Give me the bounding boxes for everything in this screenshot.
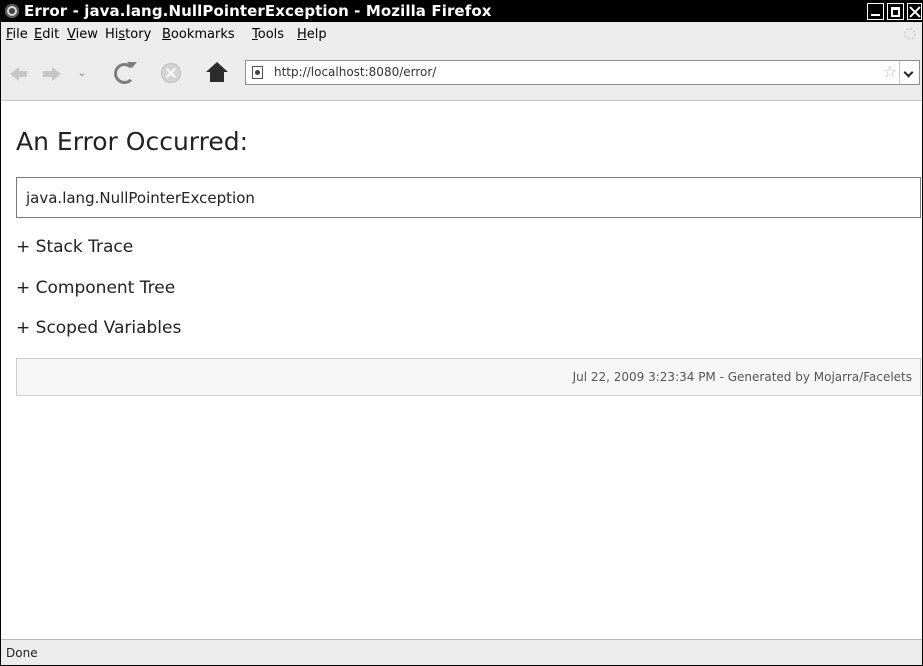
menu-tools-label: ools [257,27,285,42]
menu-bookmarks[interactable]: Bookmarks [162,27,235,42]
page-content: An Error Occurred: java.lang.NullPointer… [1,101,922,638]
menu-edit[interactable]: Edit [34,27,59,42]
bookmark-star-icon[interactable]: ☆ [883,63,897,81]
menu-bookmarks-mnemonic: B [162,27,171,42]
maximize-button[interactable] [887,3,904,20]
stop-icon[interactable] [161,63,181,83]
error-heading: An Error Occurred: [16,127,249,156]
url-bar[interactable]: http://localhost:8080/error/ ☆ [245,60,920,85]
firefox-app-icon[interactable] [5,4,19,18]
stack-trace-toggle[interactable]: + Stack Trace [16,237,133,257]
footer-box: Jul 22, 2009 3:23:34 PM - Generated by M… [16,358,921,396]
component-tree-toggle[interactable]: + Component Tree [16,278,175,298]
menu-file[interactable]: File [6,27,28,42]
menu-edit-label: dit [42,27,60,42]
browser-window: Error - java.lang.NullPointerException -… [0,0,923,666]
navigation-toolbar: ⌄ http://localhost:8080/error/ ☆ [1,46,922,101]
menu-help-label: elp [306,27,327,42]
window-title: Error - java.lang.NullPointerException -… [24,2,492,20]
minimize-button[interactable] [867,3,884,20]
close-window-button[interactable] [907,3,922,20]
title-bar: Error - java.lang.NullPointerException -… [1,1,922,22]
generated-footer: Jul 22, 2009 3:23:34 PM - Generated by M… [572,370,912,384]
history-dropdown-icon[interactable]: ⌄ [73,66,91,84]
menu-history-label: tory [125,27,152,42]
menu-view-mnemonic: V [67,27,76,42]
exception-message: java.lang.NullPointerException [26,189,255,207]
home-icon[interactable] [206,62,228,82]
menu-tools[interactable]: Tools [252,27,284,42]
menu-help[interactable]: Help [297,27,327,42]
menu-bookmarks-label: ookmarks [170,27,235,42]
menu-history-prefix: Hi [105,27,119,42]
forward-icon[interactable] [43,65,61,83]
menu-help-mnemonic: H [297,27,307,42]
menu-view-label: iew [75,27,98,42]
menu-edit-mnemonic: E [34,27,43,42]
scoped-variables-toggle[interactable]: + Scoped Variables [16,318,181,338]
status-text: Done [6,646,38,660]
url-dropdown-icon[interactable] [899,61,919,84]
exception-box: java.lang.NullPointerException [16,177,921,218]
url-text[interactable]: http://localhost:8080/error/ [274,65,436,79]
menu-file-label: ile [12,27,28,42]
throbber-icon [904,28,916,40]
site-identity-icon[interactable] [252,66,263,79]
menu-view[interactable]: View [67,27,98,42]
menu-bar: File Edit View History Bookmarks Tools H… [1,22,922,46]
status-bar: Done [1,639,922,665]
reload-icon[interactable] [114,62,137,84]
menu-history[interactable]: History [105,27,151,42]
back-icon[interactable] [10,65,28,83]
